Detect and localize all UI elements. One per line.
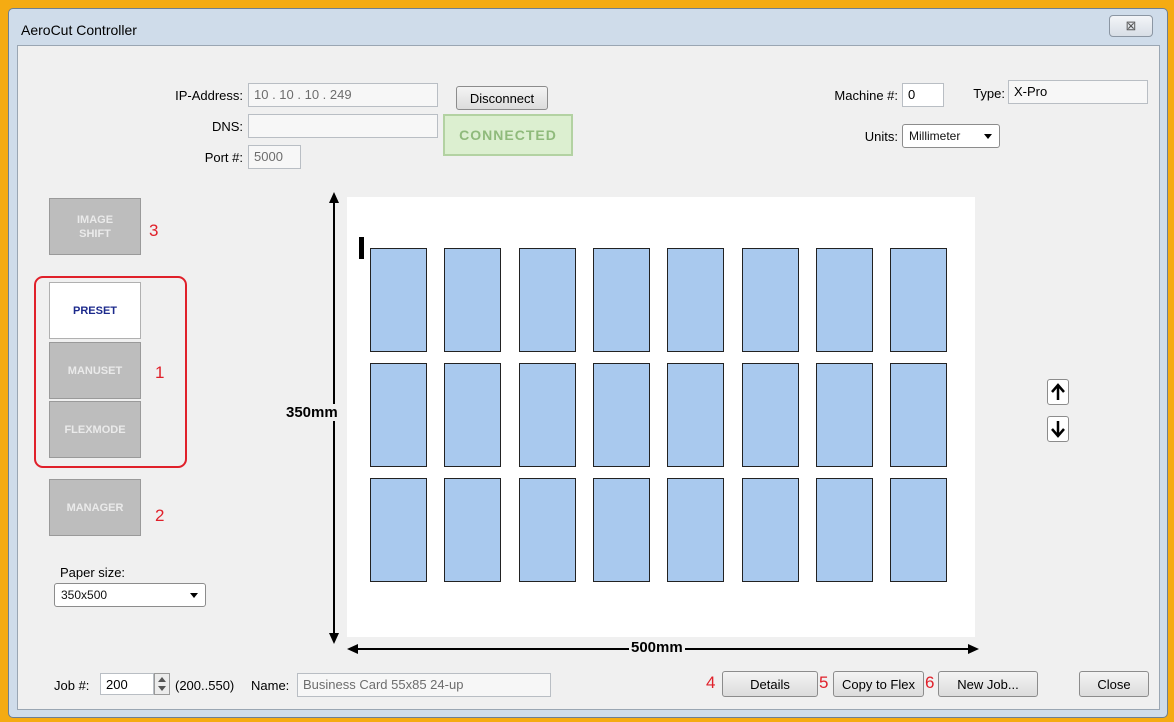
details-button[interactable]: Details: [722, 671, 818, 697]
ip-address-field[interactable]: 10 . 10 . 10 . 249: [248, 83, 438, 107]
machine-number-label: Machine #:: [834, 88, 898, 103]
card-cell: [444, 363, 502, 467]
annotation-3: 3: [149, 221, 159, 240]
card-cell: [444, 478, 502, 582]
height-dimension-label: 350mm: [286, 404, 338, 421]
disconnect-button[interactable]: Disconnect: [456, 86, 548, 110]
card-cell: [592, 248, 650, 352]
job-number-label: Job #:: [54, 678, 90, 693]
arrow-down-icon: [1051, 421, 1065, 438]
units-select-value: Millimeter: [909, 129, 961, 143]
card-cell: [890, 363, 948, 467]
card-cell: [741, 478, 799, 582]
manuset-button[interactable]: MANUSET: [49, 342, 141, 399]
preset-button[interactable]: PRESET: [49, 282, 141, 339]
card-cell: [370, 478, 427, 582]
width-dimension-label: 500mm: [629, 639, 685, 656]
annotation-2: 2: [155, 506, 165, 525]
window-title: AeroCut Controller: [21, 22, 137, 38]
move-down-button[interactable]: [1047, 416, 1069, 442]
image-shift-label: IMAGE SHIFT: [76, 213, 114, 240]
ip-address-label: IP-Address:: [175, 88, 243, 103]
main-panel: IP-Address: 10 . 10 . 10 . 249 DNS: Port…: [17, 45, 1160, 710]
type-label: Type:: [973, 86, 1005, 101]
dns-label: DNS:: [211, 119, 243, 134]
job-name-field[interactable]: Business Card 55x85 24-up: [297, 673, 551, 697]
machine-number-field[interactable]: 0: [902, 83, 944, 107]
annotation-6: 6: [925, 673, 935, 692]
card-cell: [890, 478, 948, 582]
copy-to-flex-button[interactable]: Copy to Flex: [833, 671, 924, 697]
app-window: AeroCut Controller ⊠ IP-Address: 10 . 10…: [8, 8, 1168, 718]
card-cell: [592, 478, 650, 582]
type-field: X-Pro: [1008, 80, 1148, 104]
port-label: Port #:: [204, 150, 243, 165]
card-cell: [815, 248, 873, 352]
close-icon: ⊠: [1125, 18, 1137, 33]
job-number-spinner[interactable]: [154, 673, 170, 695]
card-cell: [815, 478, 873, 582]
card-cell: [890, 248, 948, 352]
units-label: Units:: [864, 129, 898, 144]
card-cell: [815, 363, 873, 467]
card-cell: [592, 363, 650, 467]
chevron-down-icon: [984, 134, 992, 139]
manager-button[interactable]: MANAGER: [49, 479, 141, 536]
card-cell: [667, 363, 725, 467]
annotation-1: 1: [155, 363, 165, 382]
card-cell: [370, 248, 427, 352]
units-select[interactable]: Millimeter: [902, 124, 1000, 148]
arrow-up-icon: [1051, 383, 1065, 400]
job-range-text: (200..550): [175, 678, 235, 693]
move-up-button[interactable]: [1047, 379, 1069, 405]
new-job-button[interactable]: New Job...: [938, 671, 1038, 697]
card-cell: [741, 363, 799, 467]
card-cell: [741, 248, 799, 352]
paper-size-label: Paper size:: [60, 565, 126, 580]
card-cell: [444, 248, 502, 352]
card-cell: [667, 248, 725, 352]
dns-field[interactable]: [248, 114, 438, 138]
card-cell: [518, 478, 576, 582]
paper-size-select[interactable]: 350x500: [54, 583, 206, 607]
annotation-5: 5: [819, 673, 829, 692]
connection-status-badge: CONNECTED: [443, 114, 573, 156]
flexmode-button[interactable]: FLEXMODE: [49, 401, 141, 458]
paper-size-value: 350x500: [61, 588, 108, 602]
title-bar: AeroCut Controller ⊠: [9, 9, 1167, 45]
annotation-4: 4: [706, 673, 716, 692]
cut-layout-preview: [347, 197, 975, 637]
registration-mark: [359, 237, 364, 259]
card-cell: [518, 248, 576, 352]
card-cell: [667, 478, 725, 582]
job-name-label: Name:: [251, 678, 290, 693]
card-cell: [518, 363, 576, 467]
close-button[interactable]: Close: [1079, 671, 1149, 697]
spinner-arrows-icon: [158, 677, 166, 691]
window-close-button[interactable]: ⊠: [1109, 15, 1153, 37]
chevron-down-icon: [190, 593, 198, 598]
job-number-field[interactable]: 200: [100, 673, 154, 695]
image-shift-button[interactable]: IMAGE SHIFT: [49, 198, 141, 255]
port-field[interactable]: 5000: [248, 145, 301, 169]
card-cell: [370, 363, 427, 467]
